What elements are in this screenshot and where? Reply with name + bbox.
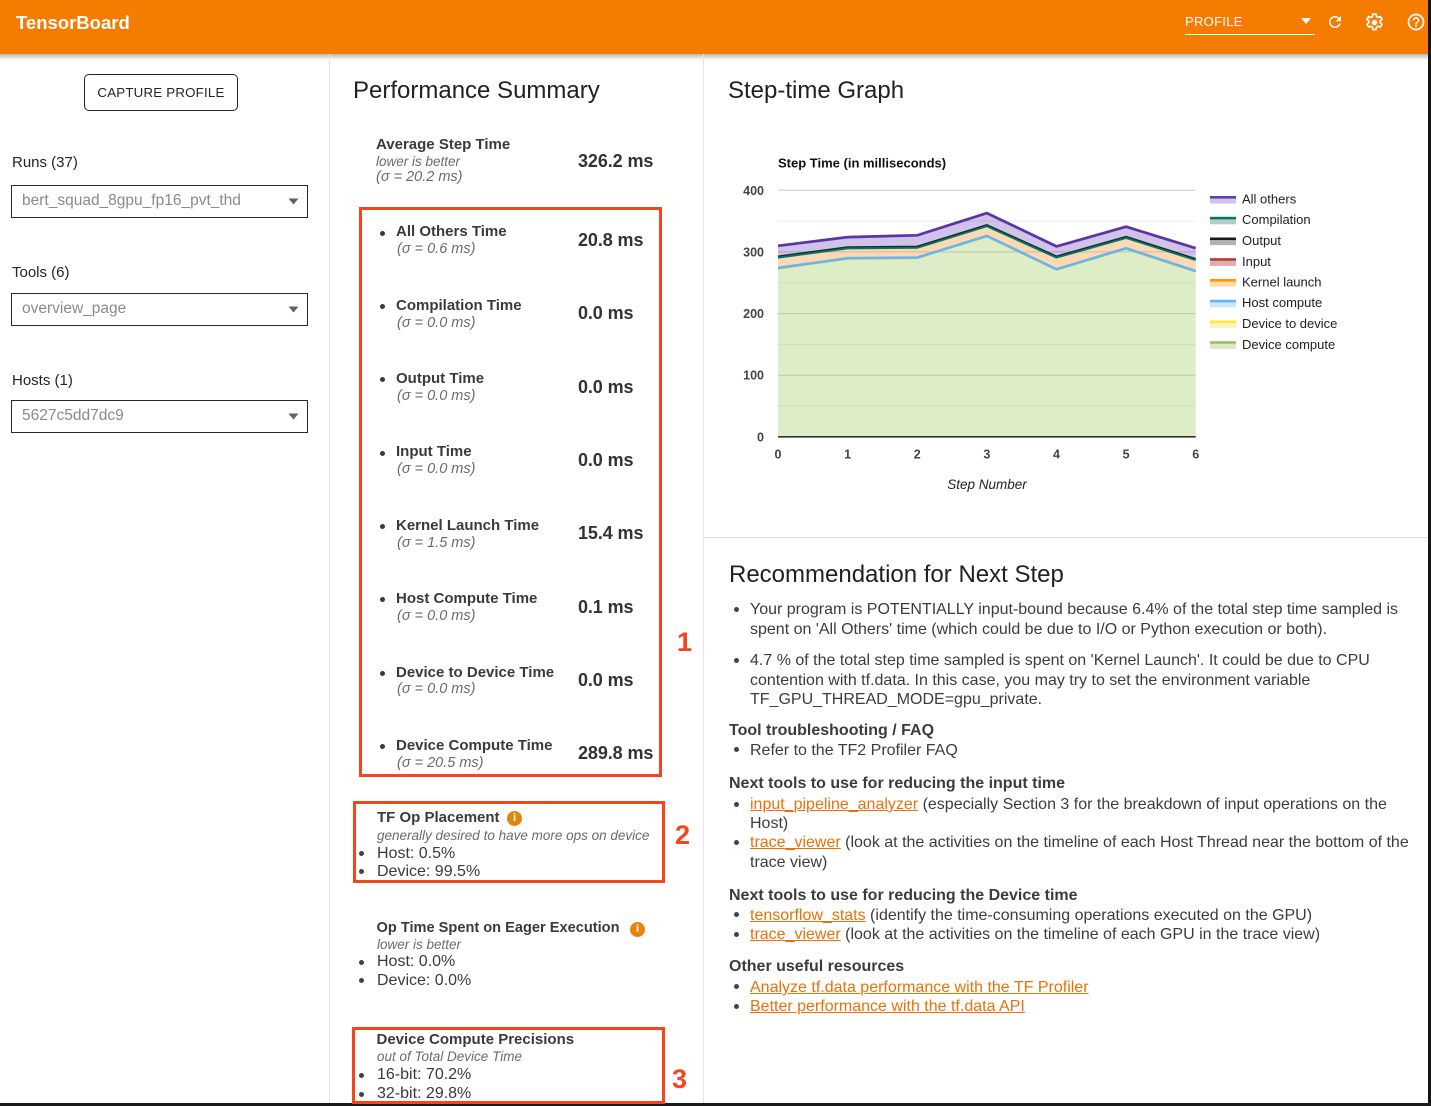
svg-text:Output: Output	[1242, 233, 1281, 248]
svg-text:0: 0	[757, 430, 764, 444]
svg-text:Device compute: Device compute	[1242, 337, 1335, 352]
svg-text:1: 1	[844, 448, 851, 462]
svg-text:2: 2	[914, 448, 921, 462]
svg-text:400: 400	[743, 184, 764, 198]
svg-text:Step Number: Step Number	[947, 477, 1027, 492]
svg-text:3: 3	[983, 448, 990, 462]
svg-text:Input: Input	[1242, 254, 1271, 269]
svg-text:6: 6	[1192, 448, 1199, 462]
svg-text:Step Time (in milliseconds): Step Time (in milliseconds)	[778, 156, 946, 171]
svg-text:100: 100	[743, 369, 764, 383]
svg-text:Compilation: Compilation	[1242, 212, 1311, 227]
svg-text:4: 4	[1053, 448, 1060, 462]
svg-text:Device to device: Device to device	[1242, 316, 1337, 331]
svg-text:All others: All others	[1242, 192, 1297, 207]
svg-text:300: 300	[743, 245, 764, 259]
svg-text:Host compute: Host compute	[1242, 295, 1322, 310]
svg-text:Kernel launch: Kernel launch	[1242, 275, 1322, 290]
svg-text:200: 200	[743, 307, 764, 321]
svg-text:0: 0	[775, 448, 782, 462]
svg-text:5: 5	[1123, 448, 1130, 462]
